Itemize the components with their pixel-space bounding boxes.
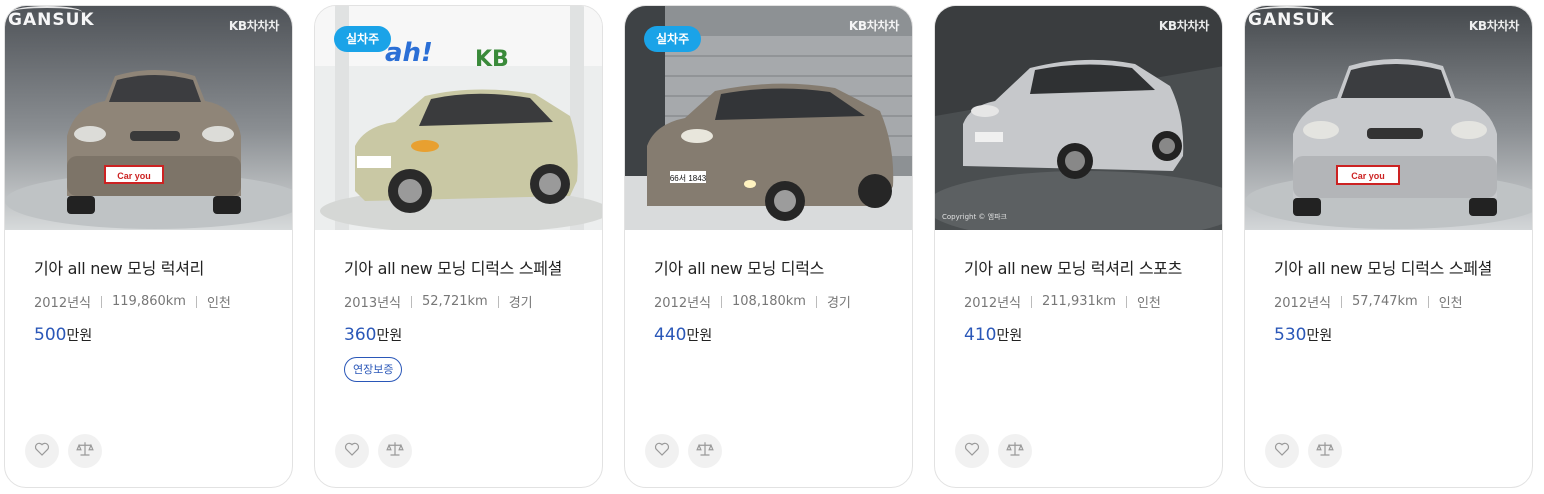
car-region: 인천 [1136,296,1161,311]
car-meta: 2013년식 52,721km 경기 [344,292,533,311]
scale-icon [1316,440,1334,462]
car-mileage: 57,747km [1352,294,1418,309]
kbchachacha-watermark: KB차차차 [1158,19,1209,33]
car-region: 인천 [1438,296,1463,311]
car-title[interactable]: 기아 all new 모닝 럭셔리 스포츠 [964,255,1182,279]
price-value: 500 [34,325,67,345]
price-value: 530 [1274,325,1307,345]
heart-icon [1274,441,1290,461]
svg-text:Car you: Car you [1351,171,1385,181]
svg-text:ah!: ah! [385,38,433,68]
scale-icon [1006,440,1024,462]
car-region: 경기 [826,296,851,311]
kbchachacha-watermark: KB차차차 [1468,19,1519,33]
compare-button[interactable] [688,434,722,468]
car-mileage: 211,931km [1042,294,1116,309]
price-value: 440 [654,325,687,345]
price-unit: 만원 [686,328,713,344]
extended-warranty-tag: 연장보증 [344,357,403,382]
car-card[interactable]: Car you GANSUK KB차차차 기아 all new 모닝 럭셔리 2… [4,5,293,488]
car-card[interactable]: Car you GANSUK KB차차차 기아 all new 모닝 디럭스 스… [1244,5,1533,488]
car-region: 인천 [206,296,231,311]
svg-text:66서 1843: 66서 1843 [670,174,707,183]
car-card[interactable]: 66서 1843 실차주 KB차차차 기아 all new 모닝 디럭스 201… [624,5,913,488]
price-value: 410 [964,325,997,345]
compare-button[interactable] [68,434,102,468]
heart-icon [34,441,50,461]
owner-verified-badge: 실차주 [644,26,702,52]
heart-icon [344,441,360,461]
favorite-button[interactable] [955,434,989,468]
car-region: 경기 [508,296,533,311]
favorite-button[interactable] [1265,434,1299,468]
heart-icon [964,441,980,461]
car-photo[interactable]: 66서 1843 실차주 KB차차차 [625,6,912,230]
car-price: 410만원 [964,325,1022,345]
price-unit: 만원 [66,328,93,344]
favorite-button[interactable] [25,434,59,468]
car-price: 530만원 [1274,325,1332,345]
car-year: 2013년식 [344,296,402,311]
car-price: 360만원 [344,325,402,345]
car-price: 500만원 [34,325,92,345]
price-unit: 만원 [996,328,1023,344]
car-mileage: 119,860km [112,294,186,309]
car-photo[interactable]: KB차차차 Copyright © 엠파크 [935,6,1222,230]
car-photo[interactable]: ah! KB 실차주 [315,6,602,230]
dealer-watermark: GANSUK [1248,6,1335,30]
owner-verified-badge: 실차주 [334,26,392,52]
car-title[interactable]: 기아 all new 모닝 디럭스 스페셜 [1274,255,1492,279]
compare-button[interactable] [378,434,412,468]
car-year: 2012년식 [34,296,92,311]
car-mileage: 108,180km [732,294,806,309]
car-price: 440만원 [654,325,712,345]
car-year: 2012년식 [1274,296,1332,311]
heart-icon [654,441,670,461]
car-title[interactable]: 기아 all new 모닝 디럭스 [654,255,824,279]
favorite-button[interactable] [335,434,369,468]
car-mileage: 52,721km [422,294,488,309]
compare-button[interactable] [1308,434,1342,468]
price-unit: 만원 [376,328,403,344]
car-card[interactable]: ah! KB 실차주 기아 all new 모닝 디럭스 스페셜 2013년식 … [314,5,603,488]
price-value: 360 [344,325,377,345]
kbchachacha-watermark: KB차차차 [228,19,279,33]
scale-icon [696,440,714,462]
copyright-watermark: Copyright © 엠파크 [942,213,1007,221]
car-photo[interactable]: Car you GANSUK KB차차차 [5,6,292,230]
car-meta: 2012년식 57,747km 인천 [1274,292,1463,311]
car-meta: 2012년식 108,180km 경기 [654,292,851,311]
car-title[interactable]: 기아 all new 모닝 디럭스 스페셜 [344,255,562,279]
kbchachacha-watermark: KB차차차 [848,19,899,33]
dealer-watermark: GANSUK [8,6,95,30]
car-meta: 2012년식 119,860km 인천 [34,292,231,311]
car-year: 2012년식 [964,296,1022,311]
svg-text:Car you: Car you [117,171,151,181]
car-year: 2012년식 [654,296,712,311]
car-title[interactable]: 기아 all new 모닝 럭셔리 [34,255,204,279]
svg-text:KB: KB [475,47,509,72]
scale-icon [76,440,94,462]
compare-button[interactable] [998,434,1032,468]
favorite-button[interactable] [645,434,679,468]
car-card[interactable]: KB차차차 Copyright © 엠파크 기아 all new 모닝 럭셔리 … [934,5,1223,488]
car-meta: 2012년식 211,931km 인천 [964,292,1161,311]
price-unit: 만원 [1306,328,1333,344]
scale-icon [386,440,404,462]
car-photo[interactable]: Car you GANSUK KB차차차 [1245,6,1532,230]
